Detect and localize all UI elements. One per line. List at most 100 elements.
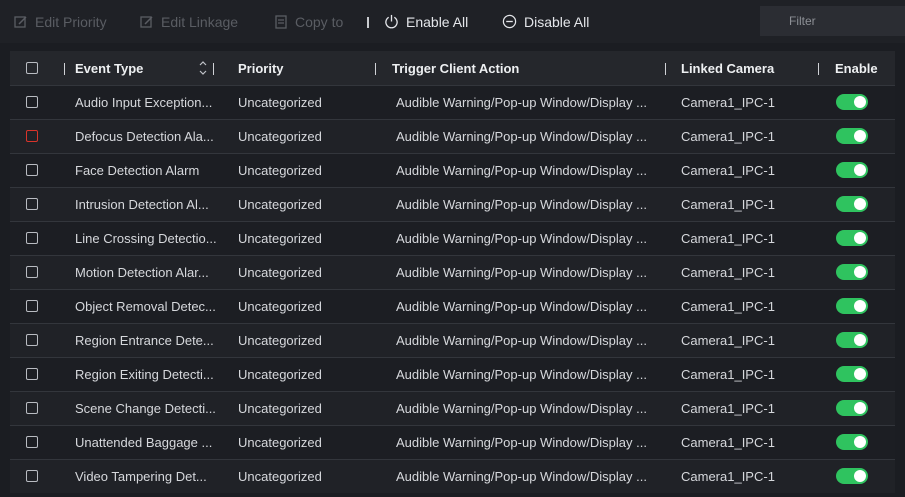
row-checkbox[interactable] [26, 266, 38, 278]
priority-cell: Uncategorized [238, 299, 322, 314]
enable-toggle[interactable] [836, 434, 868, 450]
column-header-priority[interactable]: Priority [238, 51, 358, 85]
enable-toggle[interactable] [836, 94, 868, 110]
table-row[interactable]: Audio Input Exception... Uncategorized Aud… [10, 85, 895, 119]
enable-toggle[interactable] [836, 196, 868, 212]
priority-cell: Uncategorized [238, 231, 322, 246]
table-row[interactable]: Unattended Baggage ... Uncategorized Audib… [10, 425, 895, 459]
edit-priority-button[interactable]: Edit Priority [14, 0, 107, 43]
table-row[interactable]: Intrusion Detection Al... Uncategorized Au… [10, 187, 895, 221]
select-all-checkbox[interactable] [26, 62, 38, 74]
trigger-client-action-cell: Audible Warning/Pop-up Window/Display ..… [396, 163, 647, 178]
enable-toggle[interactable] [836, 162, 868, 178]
table-row[interactable]: Object Removal Detec... Uncategorized Audi… [10, 289, 895, 323]
linked-camera-cell: Camera1_IPC-1 [681, 231, 775, 246]
row-checkbox[interactable] [26, 334, 38, 346]
event-type-cell: Region Exiting Detecti... [75, 367, 214, 382]
event-type-cell: Unattended Baggage ... [75, 435, 213, 450]
column-header-enable[interactable]: Enable [835, 51, 895, 85]
table-header: Event Type Priority Trigger Client Actio… [10, 51, 895, 85]
linked-camera-cell: Camera1_IPC-1 [681, 333, 775, 348]
enable-toggle[interactable] [836, 128, 868, 144]
table-row[interactable]: Line Crossing Detectio... Uncategorized Au… [10, 221, 895, 255]
column-header-event-type[interactable]: Event Type [75, 51, 185, 85]
event-type-cell: Video Tampering Det... [75, 469, 207, 484]
filter-input[interactable] [760, 6, 905, 36]
event-type-cell: Defocus Detection Ala... [75, 129, 214, 144]
trigger-client-action-cell: Audible Warning/Pop-up Window/Display ..… [396, 333, 647, 348]
enable-toggle[interactable] [836, 468, 868, 484]
priority-cell: Uncategorized [238, 163, 322, 178]
priority-cell: Uncategorized [238, 333, 322, 348]
trigger-client-action-cell: Audible Warning/Pop-up Window/Display ..… [396, 197, 647, 212]
enable-all-button[interactable]: Enable All [384, 0, 468, 43]
trigger-client-action-cell: Audible Warning/Pop-up Window/Display ..… [396, 469, 647, 484]
copy-to-button[interactable]: Copy to [274, 0, 343, 43]
linked-camera-cell: Camera1_IPC-1 [681, 367, 775, 382]
priority-cell: Uncategorized [238, 265, 322, 280]
enable-toggle[interactable] [836, 366, 868, 382]
enable-toggle[interactable] [836, 264, 868, 280]
edit-linkage-button[interactable]: Edit Linkage [140, 0, 238, 43]
event-table: Event Type Priority Trigger Client Actio… [10, 51, 895, 493]
table-row[interactable]: Scene Change Detecti... Uncategorized Audi… [10, 391, 895, 425]
edit-icon [140, 15, 153, 28]
row-checkbox[interactable] [26, 198, 38, 210]
priority-cell: Uncategorized [238, 435, 322, 450]
toolbar: Edit Priority Edit Linkage Copy to Enabl… [0, 0, 905, 43]
copy-icon [275, 14, 287, 29]
event-type-cell: Scene Change Detecti... [75, 401, 216, 416]
event-type-cell: Line Crossing Detectio... [75, 231, 217, 246]
row-checkbox[interactable] [26, 436, 38, 448]
priority-cell: Uncategorized [238, 367, 322, 382]
trigger-client-action-cell: Audible Warning/Pop-up Window/Display ..… [396, 435, 647, 450]
column-divider [665, 63, 666, 75]
trigger-client-action-cell: Audible Warning/Pop-up Window/Display ..… [396, 231, 647, 246]
column-divider [375, 63, 376, 75]
row-checkbox[interactable] [26, 164, 38, 176]
trigger-client-action-cell: Audible Warning/Pop-up Window/Display ..… [396, 401, 647, 416]
row-checkbox[interactable] [26, 96, 38, 108]
table-row[interactable]: Defocus Detection Ala... Uncategorized Aud… [10, 119, 895, 153]
column-divider [213, 63, 214, 75]
table-row[interactable]: Motion Detection Alar... Uncategorized Aud… [10, 255, 895, 289]
enable-toggle[interactable] [836, 230, 868, 246]
priority-cell: Uncategorized [238, 129, 322, 144]
disable-all-label: Disable All [524, 13, 590, 30]
priority-cell: Uncategorized [238, 95, 322, 110]
trigger-client-action-cell: Audible Warning/Pop-up Window/Display ..… [396, 265, 647, 280]
event-type-cell: Motion Detection Alar... [75, 265, 209, 280]
power-icon [385, 14, 398, 29]
row-checkbox[interactable] [26, 402, 38, 414]
priority-cell: Uncategorized [238, 469, 322, 484]
row-checkbox[interactable] [26, 470, 38, 482]
column-header-linked-camera[interactable]: Linked Camera [681, 51, 801, 85]
table-row[interactable]: Face Detection Alarm Uncategorized Audible… [10, 153, 895, 187]
enable-toggle[interactable] [836, 332, 868, 348]
column-header-trigger-client-action[interactable]: Trigger Client Action [392, 51, 652, 85]
linked-camera-cell: Camera1_IPC-1 [681, 401, 775, 416]
linked-camera-cell: Camera1_IPC-1 [681, 435, 775, 450]
linked-camera-cell: Camera1_IPC-1 [681, 299, 775, 314]
sort-icon[interactable] [199, 60, 207, 76]
event-type-cell: Region Entrance Dete... [75, 333, 214, 348]
table-row[interactable]: Region Exiting Detecti... Uncategorized Au… [10, 357, 895, 391]
table-body: Audio Input Exception... Uncategorized Aud… [10, 85, 895, 493]
minus-circle-icon [502, 14, 517, 29]
toolbar-divider [367, 17, 369, 28]
edit-linkage-label: Edit Linkage [161, 13, 239, 30]
linked-camera-cell: Camera1_IPC-1 [681, 163, 775, 178]
trigger-client-action-cell: Audible Warning/Pop-up Window/Display ..… [396, 367, 647, 382]
table-row[interactable]: Video Tampering Det... Uncategorized Audib… [10, 459, 895, 493]
row-checkbox[interactable] [26, 232, 38, 244]
row-checkbox[interactable] [26, 368, 38, 380]
event-type-cell: Object Removal Detec... [75, 299, 216, 314]
disable-all-button[interactable]: Disable All [502, 0, 589, 43]
row-checkbox[interactable] [26, 130, 38, 142]
trigger-client-action-cell: Audible Warning/Pop-up Window/Display ..… [396, 129, 647, 144]
table-row[interactable]: Region Entrance Dete... Uncategorized Audi… [10, 323, 895, 357]
enable-toggle[interactable] [836, 298, 868, 314]
column-divider [64, 63, 65, 75]
enable-toggle[interactable] [836, 400, 868, 416]
row-checkbox[interactable] [26, 300, 38, 312]
